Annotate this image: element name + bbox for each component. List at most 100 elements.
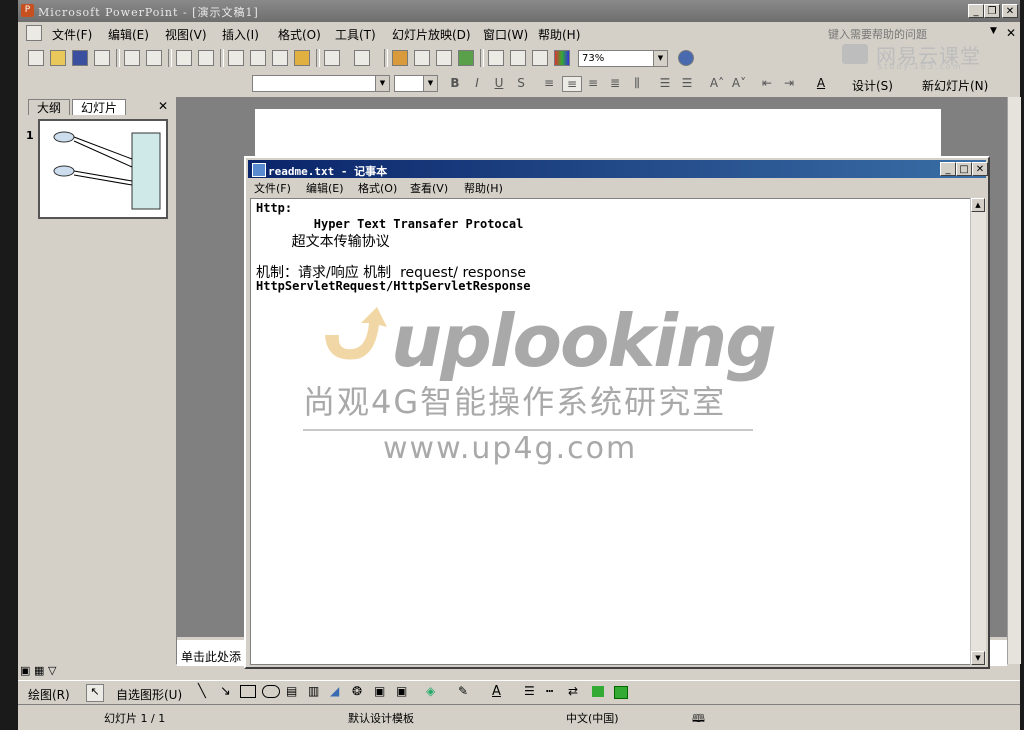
new-icon[interactable] (28, 50, 44, 66)
diagram-icon[interactable]: ❂ (352, 684, 362, 698)
bullets-icon[interactable]: ☰ (678, 76, 696, 90)
paste-icon[interactable] (272, 50, 288, 66)
slide-thumbnail[interactable] (38, 119, 168, 219)
design-button[interactable]: 设计(S) (852, 77, 893, 94)
rectangle-tool-icon[interactable] (240, 685, 256, 698)
slideshow-view-icon[interactable]: ▽ (48, 664, 56, 677)
autoshapes-button[interactable]: 自选图形(U) (116, 686, 182, 703)
menu-help[interactable]: 帮助(H) (538, 26, 580, 43)
menu-slideshow[interactable]: 幻灯片放映(D) (392, 26, 471, 43)
line-color-icon[interactable]: ✎ (458, 684, 468, 698)
zoom-select[interactable]: 73% ▼ (578, 50, 668, 67)
permission-icon[interactable] (94, 50, 110, 66)
shadow-button[interactable]: S (512, 76, 530, 90)
notepad-menu-view[interactable]: 查看(V) (410, 180, 448, 196)
arrow-tool-icon[interactable]: ↘ (220, 684, 231, 699)
minimize-button[interactable]: _ (968, 4, 984, 18)
tab-outline[interactable]: 大纲 (28, 99, 70, 115)
insert-table-icon[interactable] (414, 50, 430, 66)
scroll-up-icon[interactable]: ▲ (971, 198, 985, 212)
insert-chart-icon[interactable] (392, 50, 408, 66)
font-color-icon[interactable]: A (812, 76, 830, 90)
select-pointer-icon[interactable]: ↖ (86, 684, 104, 702)
menu-file[interactable]: 文件(F) (52, 26, 92, 43)
dash-style-icon[interactable]: ┅ (546, 684, 553, 698)
open-icon[interactable] (50, 50, 66, 66)
cut-icon[interactable] (228, 50, 244, 66)
oval-tool-icon[interactable] (262, 685, 280, 698)
justify-icon[interactable]: ≣ (606, 76, 624, 90)
font-select[interactable]: ▼ (252, 75, 390, 92)
numbering-icon[interactable]: ☰ (656, 76, 674, 90)
shadow-style-icon[interactable] (592, 686, 604, 697)
help-dropdown-icon[interactable]: ▼ (990, 26, 997, 36)
research-icon[interactable] (198, 50, 214, 66)
redo-icon[interactable] (354, 50, 370, 66)
align-right-icon[interactable]: ≡ (584, 76, 602, 90)
notepad-close-button[interactable]: ✕ (972, 162, 988, 176)
insert-picture-icon[interactable] (458, 50, 474, 66)
document-icon (26, 25, 42, 41)
copy-icon[interactable] (250, 50, 266, 66)
tab-slides[interactable]: 幻灯片 (72, 99, 126, 115)
notepad-scrollbar[interactable]: ▲ ▼ (970, 198, 986, 665)
fill-color-icon[interactable]: ◈ (426, 684, 435, 698)
pane-close-icon[interactable]: ✕ (158, 99, 168, 113)
normal-view-icon[interactable]: ▣ (20, 664, 30, 677)
3d-style-icon[interactable] (614, 686, 628, 699)
notepad-menu-edit[interactable]: 编辑(E) (306, 180, 344, 196)
picture-icon[interactable]: ▣ (396, 684, 407, 698)
close-button[interactable]: ✕ (1002, 4, 1018, 18)
show-grid-icon[interactable] (532, 50, 548, 66)
clipart-icon[interactable]: ▣ (374, 684, 385, 698)
expand-all-icon[interactable] (488, 50, 504, 66)
increase-indent-icon[interactable]: ⇥ (780, 76, 798, 90)
notepad-menu-format[interactable]: 格式(O) (358, 180, 397, 196)
save-icon[interactable] (72, 50, 88, 66)
menu-tools[interactable]: 工具(T) (335, 26, 376, 43)
notepad-menu-help[interactable]: 帮助(H) (464, 180, 503, 196)
menu-window[interactable]: 窗口(W) (483, 26, 528, 43)
show-formatting-icon[interactable] (510, 50, 526, 66)
undo-icon[interactable] (324, 50, 340, 66)
line-tool-icon[interactable]: ╲ (198, 684, 206, 699)
restore-button[interactable]: ❐ (984, 4, 1000, 18)
color-grayscale-icon[interactable] (554, 50, 570, 66)
menu-format[interactable]: 格式(O) (278, 26, 321, 43)
increase-font-icon[interactable]: A˄ (708, 76, 726, 90)
notepad-maximize-button[interactable]: □ (956, 162, 972, 176)
scroll-down-icon[interactable]: ▼ (971, 651, 985, 665)
font-color-icon[interactable]: A (492, 684, 501, 699)
wordart-icon[interactable]: ◢ (330, 684, 339, 698)
italic-button[interactable]: I (468, 76, 486, 90)
align-center-icon[interactable]: ≡ (562, 76, 582, 92)
notepad-minimize-button[interactable]: _ (940, 162, 956, 176)
new-slide-button[interactable]: 新幻灯片(N) (922, 77, 988, 94)
menu-edit[interactable]: 编辑(E) (108, 26, 149, 43)
doc-close-icon[interactable]: ✕ (1006, 26, 1016, 40)
underline-button[interactable]: U (490, 76, 508, 90)
arrow-style-icon[interactable]: ⇄ (568, 684, 578, 698)
textbox-tool-icon[interactable]: ▤ (286, 684, 297, 698)
bold-button[interactable]: B (446, 76, 464, 90)
print-icon[interactable] (124, 50, 140, 66)
decrease-font-icon[interactable]: A˅ (730, 76, 748, 90)
tables-borders-icon[interactable] (436, 50, 452, 66)
align-left-icon[interactable]: ≡ (540, 76, 558, 90)
spelling-icon[interactable] (176, 50, 192, 66)
sorter-view-icon[interactable]: ▦ (34, 664, 44, 677)
notepad-menu-file[interactable]: 文件(F) (254, 180, 291, 196)
draw-menu-button[interactable]: 绘图(R) (28, 686, 70, 703)
distribute-icon[interactable]: ⫼ (628, 76, 646, 91)
format-painter-icon[interactable] (294, 50, 310, 66)
notepad-text-area[interactable]: Http: Hyper Text Transafer Protocal 超文本传… (250, 198, 974, 665)
menu-insert[interactable]: 插入(I) (222, 26, 259, 43)
decrease-indent-icon[interactable]: ⇤ (758, 76, 776, 90)
font-size-select[interactable]: ▼ (394, 75, 438, 92)
help-icon[interactable] (678, 50, 694, 66)
print-preview-icon[interactable] (146, 50, 162, 66)
line-style-icon[interactable]: ☰ (524, 684, 535, 698)
slide-scrollbar[interactable] (1007, 97, 1021, 664)
menu-view[interactable]: 视图(V) (165, 26, 207, 43)
vertical-textbox-icon[interactable]: ▥ (308, 684, 319, 698)
